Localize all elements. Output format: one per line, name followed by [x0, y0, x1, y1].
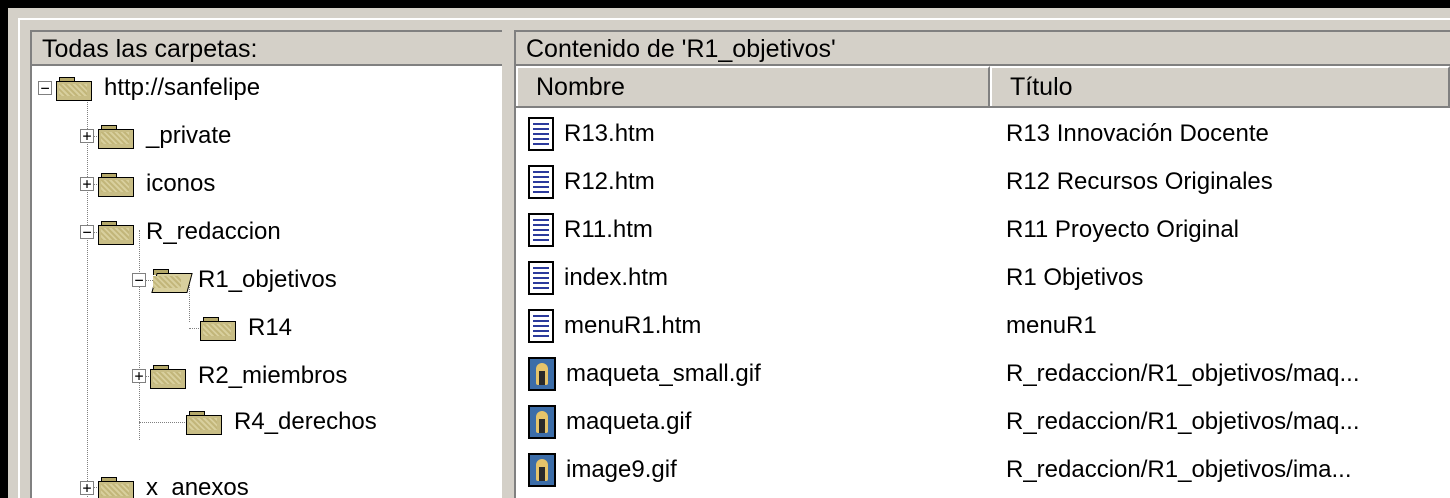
- file-name: image9.gif: [566, 456, 677, 483]
- tree-item-label: x_anexos: [146, 474, 249, 498]
- expand-icon[interactable]: +: [80, 177, 94, 192]
- file-title: R1 Objetivos: [1006, 264, 1144, 291]
- file-row[interactable]: R13.htm R13 Innovación Docente: [516, 110, 1450, 158]
- gif-image-icon: [528, 453, 556, 487]
- folder-icon: [98, 475, 134, 498]
- folder-icon: [150, 363, 186, 389]
- html-document-icon: [528, 261, 554, 295]
- html-document-icon: [528, 117, 554, 151]
- expand-icon[interactable]: +: [132, 369, 146, 384]
- expand-icon[interactable]: +: [80, 481, 94, 496]
- tree-item-r14[interactable]: R14: [200, 306, 292, 350]
- file-row[interactable]: R11.htm R11 Proyecto Original: [516, 206, 1450, 254]
- folder-tree-caption: Todas las carpetas:: [32, 32, 502, 66]
- html-document-icon: [528, 213, 554, 247]
- folder-icon: [56, 75, 92, 101]
- collapse-icon[interactable]: −: [38, 81, 52, 96]
- tree-item-label: R2_miembros: [198, 362, 348, 389]
- open-folder-icon: [150, 267, 193, 293]
- file-name: R12.htm: [564, 168, 655, 195]
- html-document-icon: [528, 309, 554, 343]
- file-name: index.htm: [564, 264, 669, 291]
- gif-image-icon: [528, 357, 556, 391]
- file-title: R_redaccion/R1_objetivos/maq...: [1006, 408, 1360, 435]
- folder-tree-pane: Todas las carpetas: − http://sanfelipe +…: [30, 30, 502, 498]
- folder-icon: [98, 219, 134, 245]
- window-highlight-top: [18, 18, 1450, 20]
- tree-item-private[interactable]: + _private: [80, 114, 231, 158]
- tree-item-label: iconos: [146, 170, 216, 197]
- tree-item-x-anexos[interactable]: + x_anexos: [80, 466, 249, 498]
- collapse-icon[interactable]: −: [132, 273, 146, 288]
- tree-item-r4-derechos[interactable]: R4_derechos: [186, 400, 377, 444]
- file-row[interactable]: maqueta.gif R_redaccion/R1_objetivos/maq…: [516, 398, 1450, 446]
- folder-icon: [186, 409, 222, 435]
- file-name: maqueta_small.gif: [566, 360, 761, 387]
- pane-splitter[interactable]: [502, 30, 514, 498]
- file-row[interactable]: R12.htm R12 Recursos Originales: [516, 158, 1450, 206]
- window-frame-top: [0, 0, 1450, 8]
- file-title: R_redaccion/R1_objetivos/ima...: [1006, 456, 1352, 483]
- window-frame-left: [0, 0, 8, 498]
- column-headers: Nombre Título: [516, 66, 1450, 108]
- file-title: R_redaccion/R1_objetivos/maq...: [1006, 360, 1360, 387]
- tree-item-label: R4_derechos: [234, 408, 377, 435]
- tree-item-label: R_redaccion: [146, 218, 281, 245]
- file-name: maqueta.gif: [566, 408, 692, 435]
- folder-contents-caption: Contenido de 'R1_objetivos': [516, 32, 1450, 66]
- window-highlight-left: [18, 18, 20, 498]
- tree-item-label: http://sanfelipe: [104, 74, 261, 101]
- file-name: R13.htm: [564, 120, 655, 147]
- tree-item-r2-miembros[interactable]: + R2_miembros: [132, 354, 347, 398]
- tree-item-iconos[interactable]: + iconos: [80, 162, 215, 206]
- tree-item-label: _private: [146, 122, 232, 149]
- folder-contents-pane: Contenido de 'R1_objetivos' Nombre Títul…: [514, 30, 1450, 498]
- file-row[interactable]: menuR1.htm menuR1: [516, 302, 1450, 350]
- file-name: R11.htm: [564, 216, 653, 243]
- tree-item-r-redaccion[interactable]: − R_redaccion: [80, 210, 281, 254]
- file-title: R11 Proyecto Original: [1006, 216, 1239, 243]
- tree-item-label: R1_objetivos: [198, 266, 337, 293]
- expand-icon[interactable]: +: [80, 129, 94, 144]
- file-row[interactable]: index.htm R1 Objetivos: [516, 254, 1450, 302]
- file-row[interactable]: image9.gif R_redaccion/R1_objetivos/ima.…: [516, 446, 1450, 494]
- column-header-name[interactable]: Nombre: [516, 66, 990, 106]
- file-row[interactable]: maqueta_small.gif R_redaccion/R1_objetiv…: [516, 350, 1450, 398]
- html-document-icon: [528, 165, 554, 199]
- folder-icon: [200, 315, 236, 341]
- tree-item-sanfelipe[interactable]: − http://sanfelipe: [38, 66, 260, 110]
- tree-item-r1-objetivos[interactable]: − R1_objetivos: [132, 258, 337, 302]
- gif-image-icon: [528, 405, 556, 439]
- file-title: menuR1: [1006, 312, 1097, 339]
- file-title: R12 Recursos Originales: [1006, 168, 1273, 195]
- folder-icon: [98, 171, 134, 197]
- file-name: menuR1.htm: [564, 312, 702, 339]
- folder-icon: [98, 123, 134, 149]
- collapse-icon[interactable]: −: [80, 225, 94, 240]
- column-header-title[interactable]: Título: [990, 66, 1450, 106]
- tree-item-label: R14: [248, 314, 293, 341]
- file-title: R13 Innovación Docente: [1006, 120, 1269, 147]
